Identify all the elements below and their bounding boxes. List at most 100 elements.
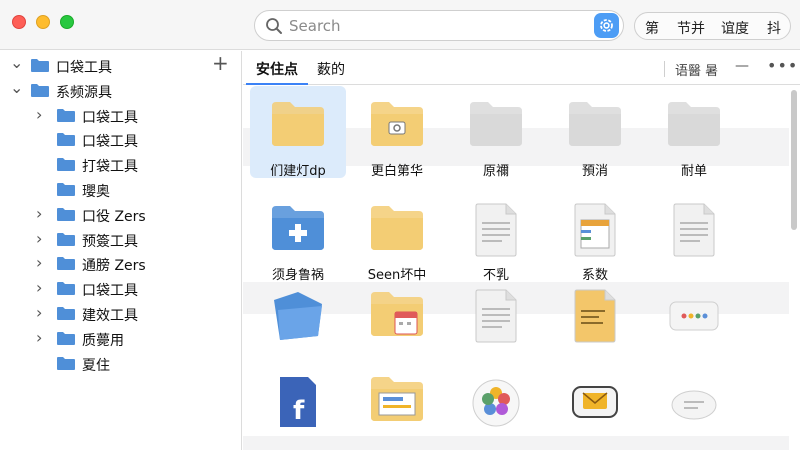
document-icon bbox=[673, 203, 715, 257]
folder-icon bbox=[31, 59, 49, 72]
chevron-right-icon[interactable]: › bbox=[36, 328, 42, 347]
sidebar-item-label: 口袋工具 bbox=[82, 283, 138, 300]
sidebar-item[interactable]: 打袋工具 bbox=[0, 154, 230, 176]
sidebar-item-label: 夏住 bbox=[82, 357, 110, 374]
minus-icon[interactable]: — bbox=[735, 58, 749, 74]
close-window-button[interactable] bbox=[12, 15, 26, 29]
grid-item[interactable]: 们建灯dp bbox=[250, 86, 346, 179]
grid-item[interactable]: 更白第华 bbox=[349, 86, 445, 179]
sidebar-item-label: 预簽工具 bbox=[82, 233, 138, 250]
chat-card-icon bbox=[671, 390, 717, 420]
sidebar-item-label: 口袋工具 bbox=[56, 60, 112, 76]
folder-icon bbox=[57, 183, 75, 196]
folder-blue-plus-icon bbox=[272, 206, 324, 250]
folder-icon bbox=[57, 232, 75, 246]
grid-item[interactable]: 耐单 bbox=[646, 86, 742, 179]
folder-icon bbox=[57, 282, 75, 296]
grid-item[interactable] bbox=[547, 276, 643, 368]
sidebar-item[interactable]: 夏住 bbox=[0, 353, 230, 375]
chevron-right-icon[interactable]: › bbox=[36, 229, 42, 248]
folder-gray-icon bbox=[668, 102, 720, 146]
folder-calendar-icon bbox=[371, 292, 423, 336]
grid-item[interactable]: 不乳 bbox=[448, 190, 544, 283]
search-input[interactable] bbox=[289, 15, 579, 37]
chevron-right-icon[interactable]: › bbox=[36, 303, 42, 322]
folder-camera-icon bbox=[371, 102, 423, 146]
chevron-right-icon[interactable]: › bbox=[36, 278, 42, 297]
grid-item[interactable] bbox=[448, 276, 544, 368]
svg-text:f: f bbox=[293, 396, 305, 426]
segment-3[interactable]: 谊度 bbox=[721, 18, 749, 38]
document-icon bbox=[475, 203, 517, 257]
title-bar: 第 节并 谊度 抖 bbox=[0, 0, 800, 50]
grid-item[interactable]: 預消 bbox=[547, 86, 643, 179]
search-field[interactable] bbox=[254, 10, 624, 41]
segment-2[interactable]: 节并 bbox=[677, 18, 705, 38]
chevron-right-icon[interactable]: › bbox=[36, 253, 42, 272]
grid-item[interactable] bbox=[646, 361, 742, 450]
grid-item[interactable] bbox=[250, 276, 346, 368]
active-tab-indicator bbox=[246, 83, 308, 85]
folder-icon bbox=[57, 356, 75, 370]
folder-icon bbox=[57, 108, 75, 122]
grid-item[interactable]: 原禰 bbox=[448, 86, 544, 179]
file-grid: 们建灯dp 更白第华 原禰 預消 耐单须身鲁祸 Seen坏中 不乳 系数 f bbox=[243, 86, 800, 450]
sidebar-item[interactable]: › 建效工具 bbox=[0, 303, 230, 325]
document-icon bbox=[475, 289, 517, 343]
sort-label[interactable]: 语醫 暑 bbox=[675, 60, 718, 79]
search-icon bbox=[266, 18, 282, 34]
sidebar-item[interactable]: › 口袋工具 bbox=[0, 105, 230, 127]
chevron-down-icon[interactable]: ⌄ bbox=[10, 78, 23, 97]
minimize-window-button[interactable] bbox=[36, 15, 50, 29]
more-icon[interactable]: ••• bbox=[767, 56, 798, 75]
folder-icon bbox=[57, 307, 75, 320]
grid-item[interactable] bbox=[547, 361, 643, 450]
folder-slides-icon bbox=[371, 377, 423, 421]
grid-item[interactable] bbox=[349, 361, 445, 450]
chevron-right-icon[interactable]: › bbox=[36, 204, 42, 223]
sidebar-item[interactable]: › 质薨用 bbox=[0, 328, 230, 350]
document-yellow-icon bbox=[574, 289, 616, 343]
folder-icon bbox=[57, 207, 75, 221]
grid-item[interactable]: f bbox=[250, 361, 346, 450]
folder-icon bbox=[57, 133, 75, 147]
grid-item[interactable] bbox=[646, 190, 742, 282]
grid-item[interactable] bbox=[448, 361, 544, 450]
grid-item[interactable]: 系数 bbox=[547, 190, 643, 283]
sidebar-item[interactable]: 瓔奥 bbox=[0, 179, 230, 201]
folder-icon bbox=[272, 102, 324, 146]
zoom-window-button[interactable] bbox=[60, 15, 74, 29]
sidebar-item[interactable]: › 口役 Zers bbox=[0, 204, 230, 226]
sidebar-item-label: 口袋工具 bbox=[82, 109, 138, 126]
tab-1[interactable]: 安住点 bbox=[256, 59, 298, 79]
sidebar-item-label: 通膀 Zers bbox=[82, 258, 146, 275]
sidebar-item-label: 瓔奥 bbox=[82, 184, 110, 200]
gear-icon bbox=[600, 19, 613, 32]
grid-item[interactable] bbox=[349, 276, 445, 368]
sidebar: + ⌄ 口袋工具 ⌄ 系频源具 › 口袋工具 口袋工具 打袋工具 瓔奥 › 口役 Zers › 预簽工具… bbox=[0, 51, 242, 450]
chevron-right-icon[interactable]: › bbox=[36, 105, 42, 124]
grid-item[interactable] bbox=[646, 276, 742, 368]
chevron-down-icon[interactable]: ⌄ bbox=[10, 53, 23, 72]
grid-item[interactable]: Seen坏中 bbox=[349, 190, 445, 283]
grid-item[interactable]: 须身鲁祸 bbox=[250, 190, 346, 283]
folder-gray-icon bbox=[569, 102, 621, 146]
tab-bar: 安住点 薮的 语醫 暑 — ••• bbox=[243, 51, 800, 85]
view-segmented-control: 第 节并 谊度 抖 bbox=[634, 12, 791, 40]
search-options-button[interactable] bbox=[594, 13, 619, 38]
sidebar-item[interactable]: ⌄ 系频源具 bbox=[0, 78, 230, 102]
sidebar-item[interactable]: ⌄ 口袋工具 bbox=[0, 53, 230, 77]
tab-2[interactable]: 薮的 bbox=[317, 59, 345, 79]
sidebar-item-label: 质薨用 bbox=[82, 332, 124, 349]
sidebar-item[interactable]: 口袋工具 bbox=[0, 129, 230, 151]
segment-4[interactable]: 抖 bbox=[767, 18, 781, 38]
sidebar-item[interactable]: › 通膀 Zers bbox=[0, 253, 230, 275]
folder-icon bbox=[57, 158, 75, 172]
folder-icon bbox=[57, 257, 75, 271]
folder-blue-open-icon bbox=[274, 292, 322, 340]
segment-1[interactable]: 第 bbox=[645, 18, 659, 38]
sidebar-item[interactable]: › 预簽工具 bbox=[0, 229, 230, 251]
scrollbar[interactable] bbox=[791, 90, 797, 230]
sidebar-item-label: 打袋工具 bbox=[82, 159, 138, 176]
sidebar-item[interactable]: › 口袋工具 bbox=[0, 278, 230, 300]
